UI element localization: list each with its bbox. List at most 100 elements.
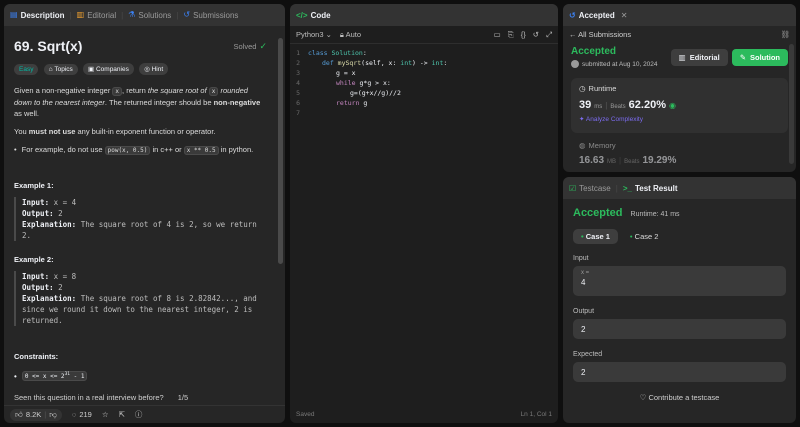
case-tabs: • Case 1 • Case 2: [573, 229, 786, 244]
checkbox-icon: ☑: [569, 183, 577, 193]
heart-icon: ♡: [639, 393, 647, 402]
solved-status: Solved ✓: [233, 40, 267, 51]
share-icon[interactable]: ⇱: [119, 410, 125, 419]
code-line: 5 g=(g+x//g)//2: [296, 89, 401, 97]
tab-test-result[interactable]: >_ Test Result: [623, 184, 678, 193]
case-2-tab[interactable]: • Case 2: [624, 229, 665, 244]
output-section: Output 2: [573, 308, 786, 339]
testresult-tabbar: ☑ Testcase | >_ Test Result: [563, 177, 796, 199]
lock-icon: ▣: [88, 66, 95, 73]
solution-button[interactable]: ✎ Solution: [731, 48, 788, 66]
analyze-complexity-link[interactable]: ✦ Analyze Complexity: [579, 115, 780, 123]
bulb-icon: ◎: [144, 66, 150, 73]
constraint-code: 0 <= x <= 231 - 1: [21, 371, 88, 381]
thumbs-down-icon[interactable]: 👎︎: [49, 410, 57, 420]
code-line: 7: [296, 109, 300, 117]
link-icon[interactable]: ⛓: [780, 30, 790, 39]
close-icon[interactable]: ✕: [621, 11, 628, 20]
fullscreen-icon[interactable]: ⤢: [546, 30, 552, 40]
topics-chip[interactable]: ⌂ Topics: [43, 64, 78, 75]
tab-solutions[interactable]: ⚗ Solutions: [128, 11, 171, 20]
runtime-card[interactable]: ◷ Runtime 39 ms | Beats 62.20% ◉ ✦ Analyz…: [571, 78, 788, 133]
note-icon[interactable]: ▭: [494, 30, 501, 40]
code-line: 4 while g*g > x:: [296, 79, 391, 87]
submission-scrollbar[interactable]: [789, 44, 794, 164]
editor-toolbar: Python3 ⌄ 🔒︎ Auto ▭ ⎘ {} ↺ ⤢: [290, 26, 558, 44]
submission-panel: ↺ Accepted ✕ ← All Submissions ⛓ Accepted…: [563, 4, 796, 172]
description-panel: ▤ Description | ▥ Editorial | ⚗ Solutions |…: [4, 4, 285, 423]
tab-testcase[interactable]: ☑ Testcase: [569, 184, 611, 193]
companies-chip[interactable]: ▣ Companies: [83, 63, 134, 75]
interview-prompt[interactable]: Seen this question in a real interview b…: [14, 393, 188, 402]
result-runtime: Runtime: 41 ms: [630, 211, 680, 218]
comment-icon: ◌: [71, 410, 77, 419]
code-editor[interactable]: 1 class Solution: 2 def mySqrt(self, x: in…: [290, 44, 558, 118]
submission-tabbar: ↺ Accepted ✕: [563, 4, 796, 26]
code-line: 1 class Solution:: [296, 49, 367, 57]
flask-icon: ⚗: [128, 10, 136, 19]
reset-icon[interactable]: ↺: [533, 30, 539, 40]
problem-title[interactable]: 69. Sqrt(x): [14, 38, 82, 54]
code-line: 6 return g: [296, 99, 368, 107]
code-panel: </> Code Python3 ⌄ 🔒︎ Auto ▭ ⎘ {} ↺ ⤢ 1 cl…: [290, 4, 558, 423]
star-icon[interactable]: ☆: [102, 410, 109, 419]
document-icon: ▤: [10, 10, 18, 19]
edit-icon: ✎: [739, 52, 746, 62]
hint-chip[interactable]: ◎ Hint: [139, 63, 169, 75]
terminal-icon: >_: [622, 183, 632, 193]
auto-mode[interactable]: 🔒︎ Auto: [340, 30, 361, 40]
history-icon: ↺: [569, 10, 576, 20]
bookmark-icon[interactable]: ⎘: [508, 30, 514, 40]
tag-icon: ⌂: [48, 66, 53, 73]
chip-icon: ◍: [579, 141, 586, 150]
back-to-submissions[interactable]: ← All Submissions ⛓: [563, 26, 796, 42]
expected-section: Expected 2: [573, 351, 786, 382]
chevron-down-icon: ⌄: [325, 30, 332, 39]
comments-button[interactable]: ◌ 219: [72, 410, 92, 419]
arrow-left-icon: ←: [569, 29, 577, 39]
input-section: Input x = 4: [573, 255, 786, 296]
tab-submissions[interactable]: ↺ Submissions: [183, 11, 238, 20]
help-icon[interactable]: ⓘ: [135, 409, 143, 420]
code-tabbar: </> Code: [290, 4, 558, 26]
tab-editorial[interactable]: ▥ Editorial: [77, 11, 116, 20]
description-tabbar: ▤ Description | ▥ Editorial | ⚗ Solutions |…: [4, 4, 285, 26]
beats-icon: ◉: [668, 101, 676, 110]
testresult-panel: ☑ Testcase | >_ Test Result Accepted Runti…: [563, 177, 796, 423]
avatar: [571, 60, 579, 68]
clock-icon: ◷: [579, 84, 586, 93]
submission-time: submitted at Aug 10, 2024: [571, 60, 658, 68]
description-scrollbar[interactable]: [278, 38, 283, 264]
tab-code[interactable]: </> Code: [296, 11, 331, 20]
problem-description: Given a non-negative integer x, return t…: [14, 86, 261, 155]
code-line: 2 def mySqrt(self, x: int) -> int:: [296, 59, 448, 67]
description-scroll: 69. Sqrt(x) Solved ✓ Easy ⌂ Topics ▣ Com…: [4, 26, 277, 388]
description-footer: 👍︎ 8.2K | 👎︎ ◌ 219 ☆ ⇱ ⓘ: [4, 405, 285, 423]
editorial-button[interactable]: ▥ Editorial: [670, 48, 728, 66]
tab-description[interactable]: ▤ Description: [10, 11, 65, 20]
lock-icon: 🔒︎: [339, 29, 344, 39]
contribute-testcase[interactable]: ♡ Contribute a testcase: [573, 393, 786, 402]
submission-status: Accepted: [571, 46, 617, 57]
like-button[interactable]: 👍︎ 8.2K | 👎︎: [10, 408, 62, 421]
case-1-tab[interactable]: • Case 1: [573, 229, 618, 244]
problem-chips: Easy ⌂ Topics ▣ Companies ◎ Hint: [14, 63, 267, 75]
check-circle-icon: ✓: [259, 40, 267, 51]
book-icon: ▥: [678, 52, 686, 62]
difficulty-chip[interactable]: Easy: [14, 64, 39, 75]
memory-card[interactable]: ◍ Memory 16.63 MB | Beats 19.29%: [571, 137, 788, 170]
editor-statusbar: Saved Ln 1, Col 1: [296, 410, 552, 418]
book-icon: ▥: [76, 10, 85, 19]
language-select[interactable]: Python3 ⌄: [296, 30, 332, 39]
example-1: Example 1: Input: x = 4 Output: 2 Explan…: [14, 181, 267, 241]
tab-accepted[interactable]: ↺ Accepted: [569, 11, 615, 20]
example-2: Example 2: Input: x = 8 Output: 2 Explan…: [14, 255, 267, 326]
thumbs-up-icon: 👍︎: [15, 409, 23, 419]
constraints: Constraints: • 0 <= x <= 231 - 1: [14, 352, 267, 381]
code-line: 3g = x: [296, 69, 356, 77]
result-status: Accepted: [573, 207, 623, 219]
code-icon: </>: [296, 10, 308, 20]
history-icon: ↺: [183, 10, 191, 19]
sparkle-icon: ✦: [579, 116, 585, 123]
braces-icon[interactable]: {}: [521, 30, 526, 40]
